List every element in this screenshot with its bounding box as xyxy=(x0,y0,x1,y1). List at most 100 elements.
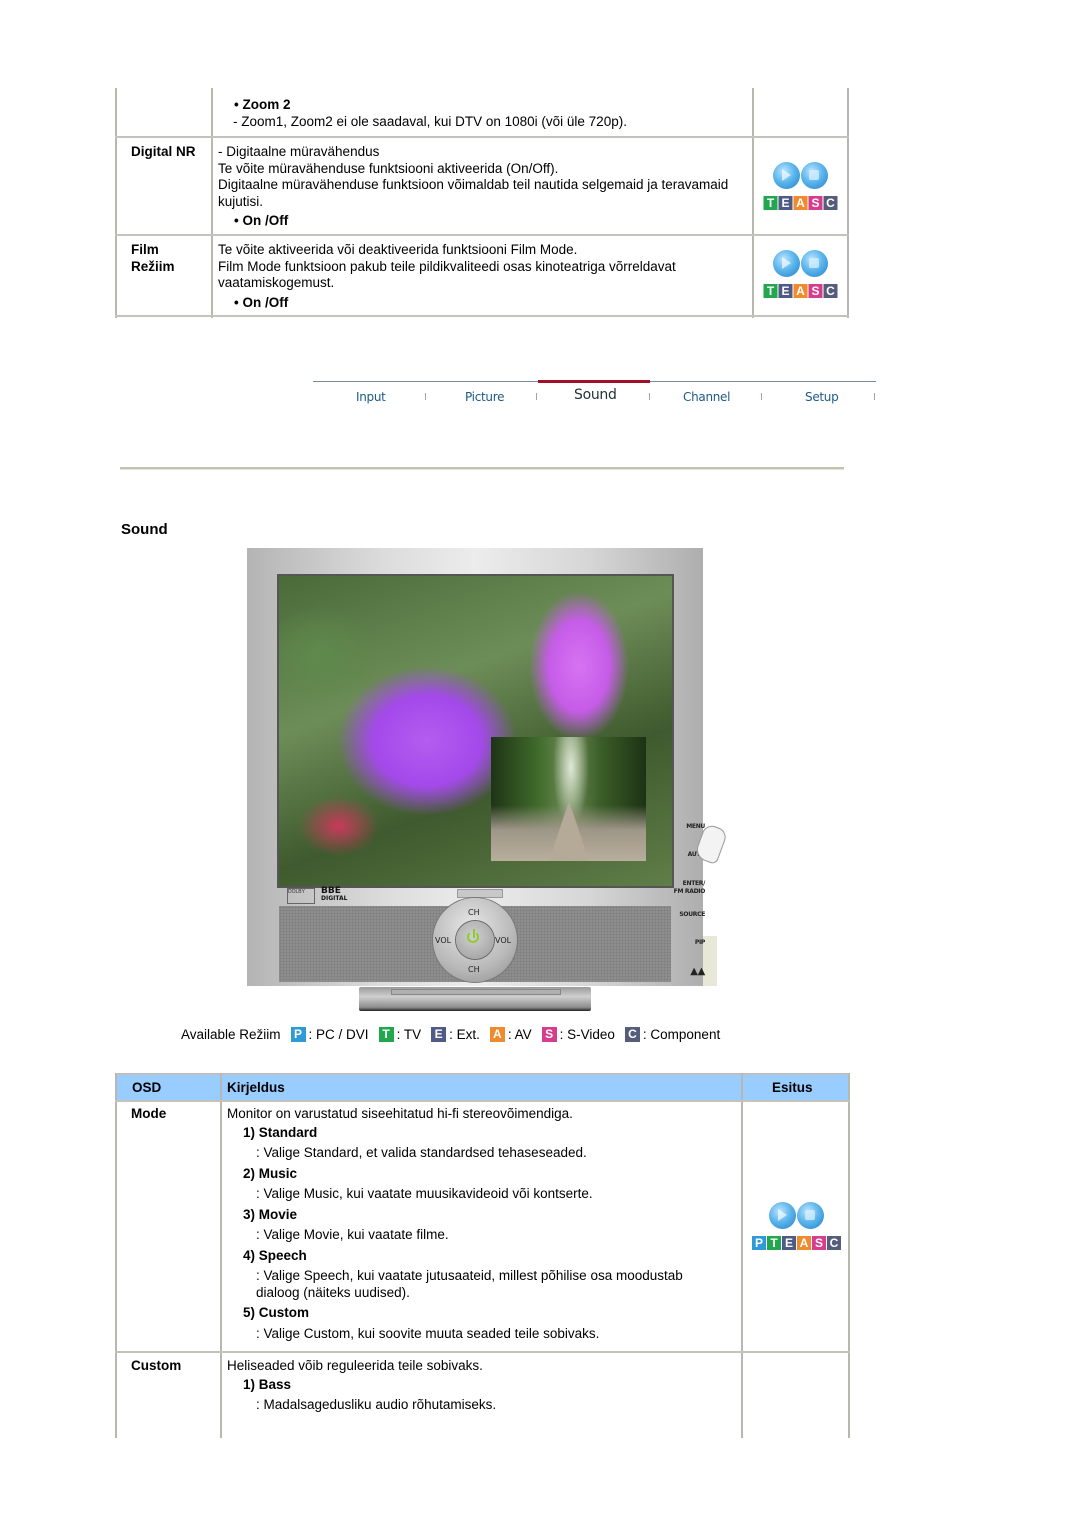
mode-speech-desc: : Valige Speech, kui vaatate jutusaateid… xyxy=(256,1268,683,1283)
stop-icon xyxy=(801,250,828,277)
mode-s-badge: S xyxy=(808,284,823,298)
source-button[interactable]: SOURCE xyxy=(679,911,705,918)
custom-description: Heliseaded võib reguleerida teile sobiva… xyxy=(227,1358,737,1414)
ch-down-label[interactable]: CH xyxy=(468,965,480,974)
description-line: Te võite müravähenduse funktsiooni aktiv… xyxy=(218,160,559,176)
table-border xyxy=(115,315,849,317)
bbe-logo-bottom: DIGITAL xyxy=(321,895,348,902)
mode-e-badge: E xyxy=(778,196,793,210)
play-disc-icons xyxy=(773,162,829,190)
nav-tab-input[interactable]: Input xyxy=(356,390,386,404)
vol-down-label[interactable]: VOL xyxy=(435,936,451,945)
mode-t-text: : TV xyxy=(396,1027,422,1042)
mode-movie-title: 3) Movie xyxy=(243,1206,298,1222)
mode-description: Monitor on varustatud siseehitatud hi-fi… xyxy=(227,1106,737,1342)
power-icon-line xyxy=(473,929,475,938)
table-border xyxy=(848,1073,850,1438)
nav-separator xyxy=(536,393,537,400)
mode-s-badge: S xyxy=(808,196,823,210)
mode-s-badge: S xyxy=(812,1236,826,1250)
table-border xyxy=(741,1073,743,1438)
pip-window-forest-path-image xyxy=(491,737,646,861)
header-kirjeldus: Kirjeldus xyxy=(227,1080,285,1095)
stop-icon xyxy=(797,1202,824,1229)
vol-up-label[interactable]: VOL xyxy=(495,936,511,945)
ch-up-label[interactable]: CH xyxy=(468,908,480,917)
custom-label: Custom xyxy=(131,1358,182,1373)
menu-button[interactable]: MENU xyxy=(686,823,705,830)
header-osd: OSD xyxy=(132,1080,162,1095)
mode-a-text: : AV xyxy=(507,1027,532,1042)
mode-c-badge: C xyxy=(827,1236,841,1250)
play-icon xyxy=(769,1202,796,1229)
mode-e-badge: E xyxy=(431,1027,447,1042)
mode-a-badge: A xyxy=(489,1027,505,1042)
film-mode-description: Te võite aktiveerida või deaktiveerida f… xyxy=(218,242,748,311)
header-esitus: Esitus xyxy=(772,1080,813,1095)
stop-icon xyxy=(801,162,828,189)
mode-c-badge: C xyxy=(823,196,838,210)
mode-c-text: : Component xyxy=(642,1027,721,1042)
mode-label: Mode xyxy=(131,1106,167,1121)
control-dpad[interactable]: CH CH VOL VOL xyxy=(433,898,517,982)
description-line: - Digitaalne müravähendus xyxy=(218,144,380,159)
mode-c-badge: C xyxy=(823,284,838,298)
on-off-option: • On /Off xyxy=(234,294,289,310)
nav-tab-channel[interactable]: Channel xyxy=(683,390,730,404)
digital-nr-label: Digital NR xyxy=(131,144,196,159)
section-title: Sound xyxy=(121,521,168,538)
section-nav: Input Picture Sound Channel Setup xyxy=(313,380,876,412)
available-label: Available Režiim xyxy=(181,1027,281,1042)
monitor-screen-flower-image xyxy=(277,574,674,888)
table-border xyxy=(115,234,849,236)
esitus-icon-mode[interactable]: P T E A S C xyxy=(752,1202,842,1250)
play-icon xyxy=(773,162,800,189)
table-border xyxy=(115,1100,850,1102)
mode-custom-desc: : Valige Custom, kui soovite muuta seade… xyxy=(256,1325,600,1341)
pip-button[interactable]: PIP xyxy=(695,939,705,946)
mode-music-desc: : Valige Music, kui vaatate muusikavideo… xyxy=(256,1186,593,1201)
enter-button[interactable]: ENTER/ xyxy=(683,880,706,887)
digital-nr-description: - Digitaalne müravähendus Te võite mürav… xyxy=(218,144,748,230)
mode-speech-title: 4) Speech xyxy=(243,1247,307,1263)
mode-movie-desc: : Valige Movie, kui vaatate filme. xyxy=(256,1227,449,1242)
mode-t-badge: T xyxy=(378,1027,394,1042)
mode-e-badge: E xyxy=(782,1236,796,1250)
on-off-option: • On /Off xyxy=(234,213,289,228)
mode-s-text: : S-Video xyxy=(559,1027,615,1042)
mode-badges: T E A S C xyxy=(763,196,839,210)
available-modes-legend: Available Režiim P : PC / DVI T : TV E :… xyxy=(181,1027,720,1042)
mode-speech-desc-cont: dialoog (näiteks uudised). xyxy=(256,1284,410,1300)
mode-t-badge: T xyxy=(767,1236,781,1250)
mode-a-badge: A xyxy=(793,284,808,298)
mode-s-badge: S xyxy=(541,1027,557,1042)
nav-tab-setup[interactable]: Setup xyxy=(805,390,839,404)
mode-c-badge: C xyxy=(624,1027,640,1042)
custom-bass-title: 1) Bass xyxy=(243,1376,292,1392)
description-line: Film Mode funktsioon pakub teile pildikv… xyxy=(218,258,676,291)
play-disc-icons xyxy=(769,1202,825,1230)
bbe-logo-top: BBE xyxy=(321,886,341,896)
description-line: Digitaalne müravähenduse funktsioon võim… xyxy=(218,177,729,209)
active-tab-indicator xyxy=(538,380,650,383)
table-header: OSD Kirjeldus Esitus xyxy=(116,1073,850,1100)
label-line: Režiim xyxy=(131,258,175,274)
table-border xyxy=(115,1073,117,1438)
power-button[interactable] xyxy=(456,921,494,959)
zoom2-bullet: • Zoom 2 xyxy=(234,97,291,112)
mode-badges: P T E A S C xyxy=(752,1236,842,1250)
mode-e-badge: E xyxy=(778,284,793,298)
table-border xyxy=(115,1351,850,1353)
mode-p-badge: P xyxy=(752,1236,766,1250)
mode-p-badge: P xyxy=(290,1027,306,1042)
nav-tab-sound[interactable]: Sound xyxy=(574,387,617,403)
nav-separator xyxy=(874,393,875,400)
table-border xyxy=(115,136,849,138)
esitus-icon-digital-nr[interactable]: T E A S C xyxy=(763,162,839,210)
mode-standard-title: 1) Standard xyxy=(243,1124,318,1140)
speaker-mode-icon[interactable]: ▲▲ xyxy=(690,966,705,977)
table-border xyxy=(847,88,849,318)
nav-tab-picture[interactable]: Picture xyxy=(465,390,504,404)
esitus-icon-film-mode[interactable]: T E A S C xyxy=(763,250,838,298)
nav-separator xyxy=(425,393,426,400)
